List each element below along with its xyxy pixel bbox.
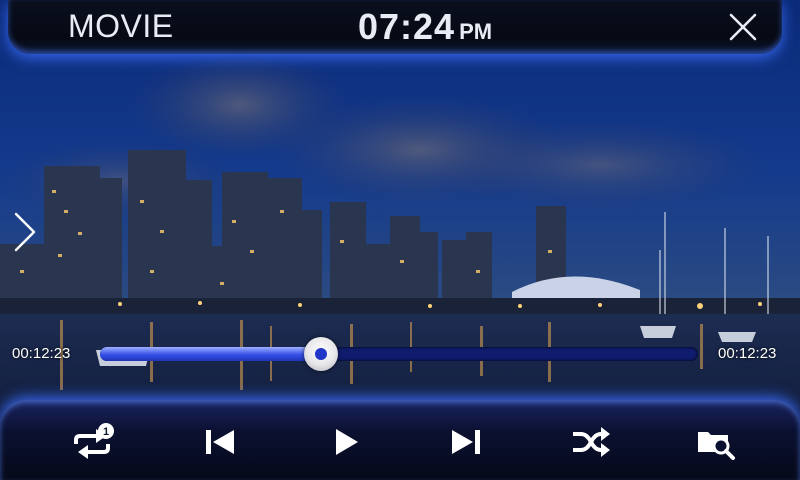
close-button[interactable] [726,10,760,44]
side-menu-button[interactable] [10,210,40,254]
play-icon [336,429,358,455]
elapsed-time: 00:12:23 [12,345,71,362]
repeat-one-button[interactable]: 1 [66,422,118,462]
browse-folder-button[interactable] [690,422,742,462]
control-bar: 1 [0,400,800,480]
skip-next-icon [452,430,480,454]
repeat-badge: 1 [103,426,109,438]
folder-search-icon [698,432,735,460]
repeat-one-icon: 1 [74,423,114,459]
chevron-right-icon [14,212,36,252]
close-icon [729,13,757,41]
play-button[interactable] [320,422,372,462]
progress-knob[interactable] [304,337,339,371]
top-bar: MOVIE 07:24 PM [8,0,782,54]
next-button[interactable] [440,422,492,462]
progress-fill [100,347,322,361]
total-time: 00:12:23 [718,345,777,362]
page-title: MOVIE [68,8,174,44]
clock-time: 07:24 [358,6,456,47]
clock: 07:24 PM [358,6,492,48]
previous-button[interactable] [194,422,246,462]
progress-bar[interactable] [100,337,698,371]
skip-previous-icon [206,430,234,454]
shuffle-button[interactable] [565,422,617,462]
clock-ampm: PM [459,19,493,44]
shuffle-icon [573,427,610,457]
